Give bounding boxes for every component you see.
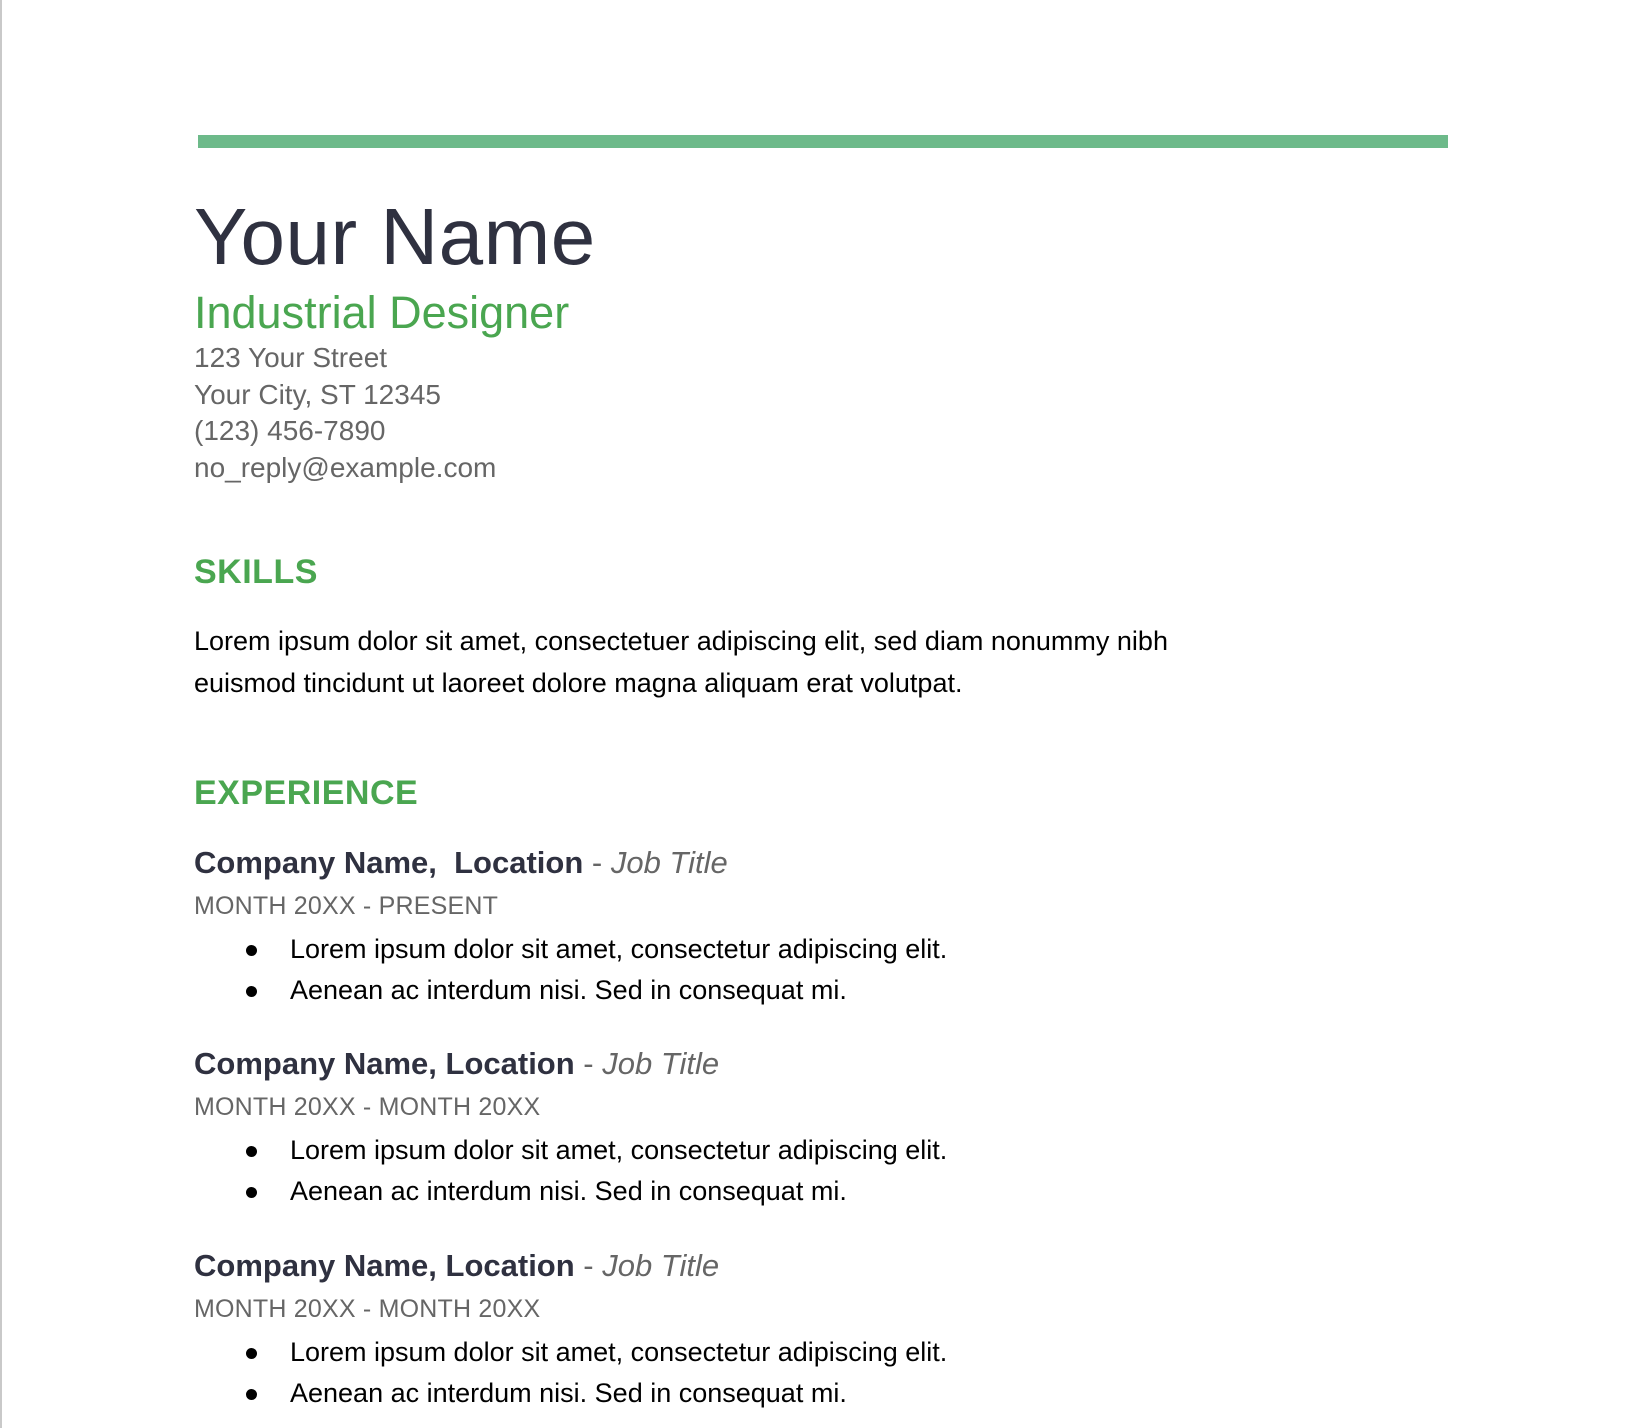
job-bullet-item[interactable]: Lorem ipsum dolor sit amet, consectetur … — [194, 1332, 1394, 1373]
bullet-icon — [246, 986, 257, 997]
resume-profession[interactable]: Industrial Designer — [194, 286, 569, 340]
skills-heading[interactable]: SKILLS — [194, 552, 318, 592]
job-bullet-text: Lorem ipsum dolor sit amet, consectetur … — [290, 1135, 948, 1165]
job-dates[interactable]: MONTH 20XX - MONTH 20XX — [194, 1090, 1394, 1124]
job-bullet-text: Aenean ac interdum nisi. Sed in consequa… — [290, 975, 847, 1005]
job-bullet-text: Lorem ipsum dolor sit amet, consectetur … — [290, 934, 948, 964]
job-bullet-list: Lorem ipsum dolor sit amet, consectetur … — [194, 1130, 1394, 1212]
job-separator: - — [574, 1248, 603, 1283]
experience-entry: Company Name, Location - Job Title MONTH… — [194, 1246, 1394, 1414]
bullet-icon — [246, 1389, 257, 1400]
experience-entry: Company Name, Location - Job Title MONTH… — [194, 843, 1394, 1011]
header-accent-bar — [198, 135, 1448, 148]
job-bullet-item[interactable]: Lorem ipsum dolor sit amet, consectetur … — [194, 929, 1394, 970]
contact-street[interactable]: 123 Your Street — [194, 340, 496, 377]
job-bullet-text: Lorem ipsum dolor sit amet, consectetur … — [290, 1337, 948, 1367]
job-title: Job Title — [602, 1046, 720, 1081]
job-company-location: Company Name, Location — [194, 1046, 575, 1081]
job-bullet-item[interactable]: Aenean ac interdum nisi. Sed in consequa… — [194, 970, 1394, 1011]
job-header[interactable]: Company Name, Location - Job Title — [194, 843, 1394, 883]
job-separator: - — [583, 845, 611, 880]
job-bullet-list: Lorem ipsum dolor sit amet, consectetur … — [194, 929, 1394, 1011]
resume-page: Your Name Industrial Designer 123 Your S… — [0, 0, 1634, 1428]
experience-entry: Company Name, Location - Job Title MONTH… — [194, 1044, 1394, 1212]
contact-block: 123 Your Street Your City, ST 12345 (123… — [194, 340, 496, 486]
job-bullet-item[interactable]: Aenean ac interdum nisi. Sed in consequa… — [194, 1171, 1394, 1212]
job-title: Job Title — [602, 1248, 720, 1283]
bullet-icon — [246, 1146, 257, 1157]
contact-phone[interactable]: (123) 456-7890 — [194, 413, 496, 450]
job-header[interactable]: Company Name, Location - Job Title — [194, 1044, 1394, 1084]
job-bullet-text: Aenean ac interdum nisi. Sed in consequa… — [290, 1176, 847, 1206]
job-dates[interactable]: MONTH 20XX - PRESENT — [194, 889, 1394, 923]
job-title: Job Title — [610, 845, 728, 880]
job-dates[interactable]: MONTH 20XX - MONTH 20XX — [194, 1292, 1394, 1326]
job-bullet-text: Aenean ac interdum nisi. Sed in consequa… — [290, 1378, 847, 1408]
job-bullet-item[interactable]: Aenean ac interdum nisi. Sed in consequa… — [194, 1373, 1394, 1414]
bullet-icon — [246, 1348, 257, 1359]
job-company-location: Company Name, Location — [194, 1248, 575, 1283]
job-bullet-list: Lorem ipsum dolor sit amet, consectetur … — [194, 1332, 1394, 1414]
contact-city[interactable]: Your City, ST 12345 — [194, 377, 496, 414]
experience-heading[interactable]: EXPERIENCE — [194, 773, 418, 813]
bullet-icon — [246, 945, 257, 956]
job-company-location: Company Name, Location — [194, 845, 584, 880]
skills-text[interactable]: Lorem ipsum dolor sit amet, consectetuer… — [194, 620, 1204, 704]
bullet-icon — [246, 1187, 257, 1198]
job-header[interactable]: Company Name, Location - Job Title — [194, 1246, 1394, 1286]
resume-name[interactable]: Your Name — [194, 191, 596, 283]
contact-email[interactable]: no_reply@example.com — [194, 450, 496, 487]
job-bullet-item[interactable]: Lorem ipsum dolor sit amet, consectetur … — [194, 1130, 1394, 1171]
job-separator: - — [574, 1046, 603, 1081]
